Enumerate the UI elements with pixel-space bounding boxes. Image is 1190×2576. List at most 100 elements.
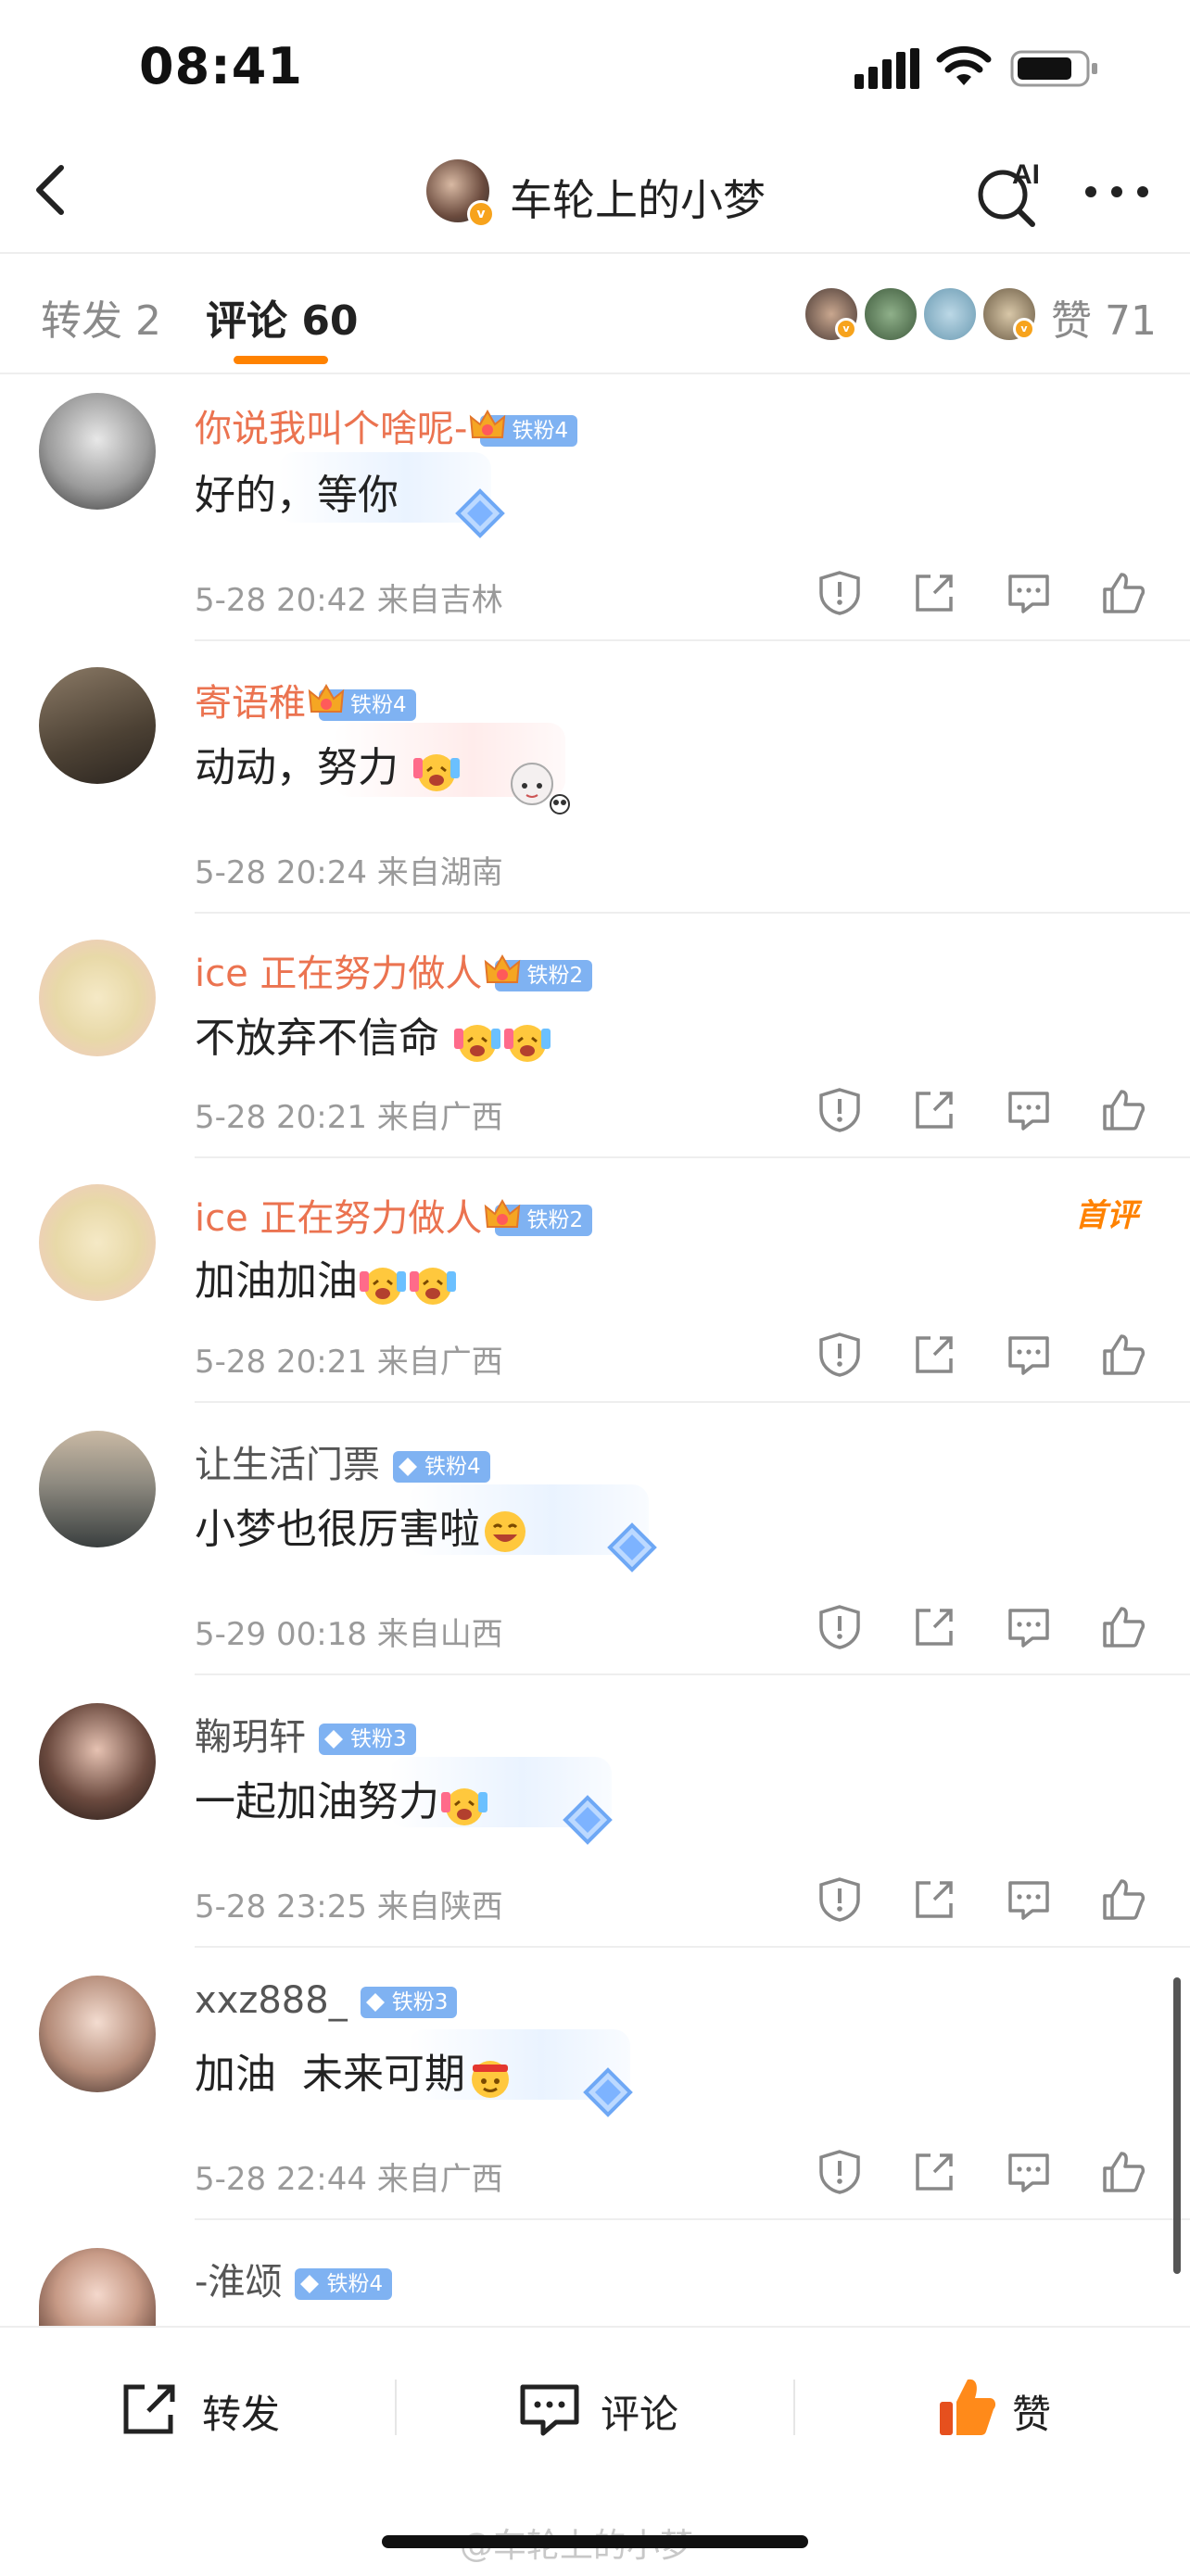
repost-icon (123, 2384, 175, 2434)
comment-meta: 5-28 22:44 来自广西 (195, 2161, 503, 2198)
first-comment-tag: 首评 (1075, 1197, 1138, 1234)
commenter-name[interactable]: 让生活门票 铁粉4 (195, 1434, 490, 1488)
comment-meta: 5-28 20:21 来自广西 (195, 1099, 503, 1136)
tab-like[interactable]: 赞 71 (1051, 287, 1157, 347)
report-icon[interactable] (816, 1875, 864, 1924)
share-icon[interactable] (910, 1875, 958, 1924)
comment-text: 一起加油努力 (195, 1768, 489, 1829)
crown-icon (470, 409, 506, 438)
tabs-divider (0, 373, 1190, 374)
commenter-name[interactable]: xxz888_ 铁粉3 (195, 1979, 458, 2022)
tab-repost[interactable]: 转发 2 (41, 287, 161, 347)
emoji-cheer-icon (413, 754, 460, 791)
commenter-avatar[interactable] (39, 1976, 156, 2092)
comment-text: 不放弃不信命 (195, 1004, 552, 1066)
fan-badge: 铁粉4 (393, 1451, 490, 1483)
liker-avatar[interactable]: v (803, 285, 860, 343)
crown-icon (485, 953, 521, 983)
commenter-name-text: 你说我叫个啥呢- (195, 408, 468, 450)
verified-badge-icon: v (1013, 318, 1035, 340)
like-icon[interactable] (1099, 1086, 1147, 1134)
emoji-cheer-icon (504, 1025, 551, 1062)
diamond-icon (563, 1795, 613, 1845)
comment-meta: 5-29 00:18 来自山西 (195, 1616, 503, 1653)
verified-badge-icon: v (835, 318, 857, 340)
commenter-name[interactable]: 你说我叫个啥呢- 铁粉4 (195, 398, 578, 452)
comment-divider (195, 2218, 1190, 2220)
comment-divider (195, 1673, 1190, 1675)
report-icon[interactable] (816, 1331, 864, 1379)
fan-badge: 铁粉4 (295, 2268, 393, 2300)
diamond-icon (455, 488, 505, 538)
ai-search-icon[interactable]: AI (973, 156, 1047, 230)
emoji-laugh-icon (485, 1511, 525, 1552)
commenter-name[interactable]: 鞠玥轩 铁粉3 (195, 1707, 416, 1761)
reply-icon[interactable] (1005, 2148, 1053, 2196)
comment-text: 加油加油 (195, 1247, 458, 1308)
repost-label: 转发 (202, 2392, 281, 2437)
liker-avatar[interactable] (862, 285, 919, 343)
commenter-name-text: -淮颂 (195, 2261, 283, 2304)
commenter-avatar[interactable] (39, 1431, 156, 1547)
commenter-name[interactable]: -淮颂 铁粉4 (195, 2252, 393, 2305)
share-icon[interactable] (910, 569, 958, 617)
commenter-avatar[interactable] (39, 940, 156, 1056)
comment-actions (816, 569, 1149, 621)
fan-badge: 铁粉2 (485, 1198, 593, 1236)
commenter-name-text: 让生活门票 (195, 1444, 380, 1486)
emoji-cheer-icon (454, 1025, 500, 1062)
comment-meta: 5-28 20:24 来自湖南 (195, 854, 503, 891)
home-indicator[interactable] (382, 2535, 808, 2548)
like-icon[interactable] (1099, 1603, 1147, 1651)
share-icon[interactable] (910, 1331, 958, 1379)
comment-divider (195, 639, 1190, 641)
like-icon[interactable] (1099, 569, 1147, 617)
bar-separator (793, 2380, 795, 2435)
commenter-avatar[interactable] (39, 667, 156, 784)
tab-active-indicator (234, 356, 328, 364)
commenter-avatar[interactable] (39, 1184, 156, 1301)
liker-avatar[interactable] (921, 285, 979, 343)
diamond-icon (583, 2067, 633, 2117)
page-title[interactable]: 车轮上的小梦 (510, 167, 766, 228)
commenter-avatar[interactable] (39, 393, 156, 510)
reply-icon[interactable] (1005, 569, 1053, 617)
commenter-avatar[interactable] (39, 1703, 156, 1820)
fan-badge: 铁粉2 (485, 953, 593, 991)
like-icon[interactable] (1099, 2148, 1147, 2196)
like-icon[interactable] (1099, 1331, 1147, 1379)
status-time: 08:41 (139, 37, 303, 95)
reply-icon[interactable] (1005, 1086, 1053, 1134)
fan-badge: 铁粉3 (360, 1987, 458, 2018)
commenter-avatar[interactable] (39, 2248, 156, 2326)
comment-icon (520, 2384, 579, 2436)
reply-icon[interactable] (1005, 1603, 1053, 1651)
comment-text: 加油 未来可期 (195, 2040, 515, 2102)
share-icon[interactable] (910, 1086, 958, 1134)
author-avatar[interactable]: v (426, 159, 495, 228)
liker-avatar[interactable]: v (981, 285, 1038, 343)
report-icon[interactable] (816, 569, 864, 617)
more-icon[interactable] (1084, 185, 1149, 198)
diamond-icon (365, 1993, 385, 2012)
back-icon[interactable] (28, 162, 74, 218)
ai-label: AI (1012, 159, 1040, 190)
report-icon[interactable] (816, 1086, 864, 1134)
commenter-name[interactable]: ice 正在努力做人 铁粉2 (195, 1188, 593, 1242)
cellular-signal-icon (855, 48, 919, 89)
report-icon[interactable] (816, 1603, 864, 1651)
commenter-name[interactable]: 寄语稚 铁粉4 (195, 673, 416, 726)
reply-icon[interactable] (1005, 1875, 1053, 1924)
scrollbar[interactable] (1173, 1977, 1181, 2274)
like-icon[interactable] (1099, 1875, 1147, 1924)
tab-comment[interactable]: 评论 60 (206, 287, 359, 347)
comment-divider (195, 1401, 1190, 1403)
share-icon[interactable] (910, 1603, 958, 1651)
commenter-name-text: ice 正在努力做人 (195, 1197, 483, 1240)
commenter-name-text: 鞠玥轩 (195, 1716, 306, 1759)
commenter-name[interactable]: ice 正在努力做人 铁粉2 (195, 943, 593, 997)
share-icon[interactable] (910, 2148, 958, 2196)
emoji-cheer-icon (441, 1788, 487, 1825)
report-icon[interactable] (816, 2148, 864, 2196)
reply-icon[interactable] (1005, 1331, 1053, 1379)
